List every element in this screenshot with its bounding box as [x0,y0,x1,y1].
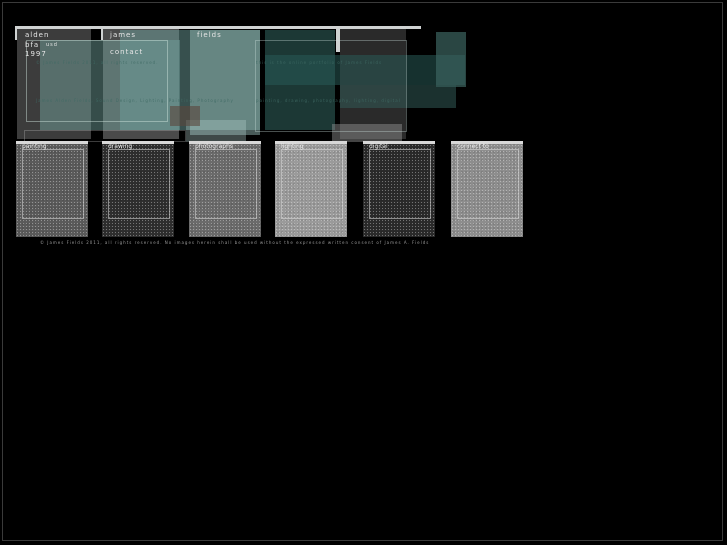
tile-frame [108,149,170,219]
tile-frame [457,149,519,219]
tile-label: digital [369,143,388,150]
tile-label: painting [22,143,47,150]
tile-label: drawing [108,143,133,150]
tile-connect[interactable]: connect to [451,141,523,237]
footer-copyright: © James Fields 2011, all rights reserved… [40,240,430,245]
tile-label: connect to [457,143,489,150]
tile-drawing[interactable]: drawing [102,141,174,237]
tile-frame [281,149,343,219]
tile-painting[interactable]: painting [16,141,88,237]
tile-frame [369,149,431,219]
tile-photographs[interactable]: photographs [189,141,261,237]
tile-label: photographs [195,143,233,150]
tile-label: lighting [281,143,304,150]
tile-frame [22,149,84,219]
nav-tiles: painting drawing photographs lighting di… [0,0,727,245]
tile-digital[interactable]: digital [363,141,435,237]
tile-frame [195,149,257,219]
tile-lighting[interactable]: lighting [275,141,347,237]
